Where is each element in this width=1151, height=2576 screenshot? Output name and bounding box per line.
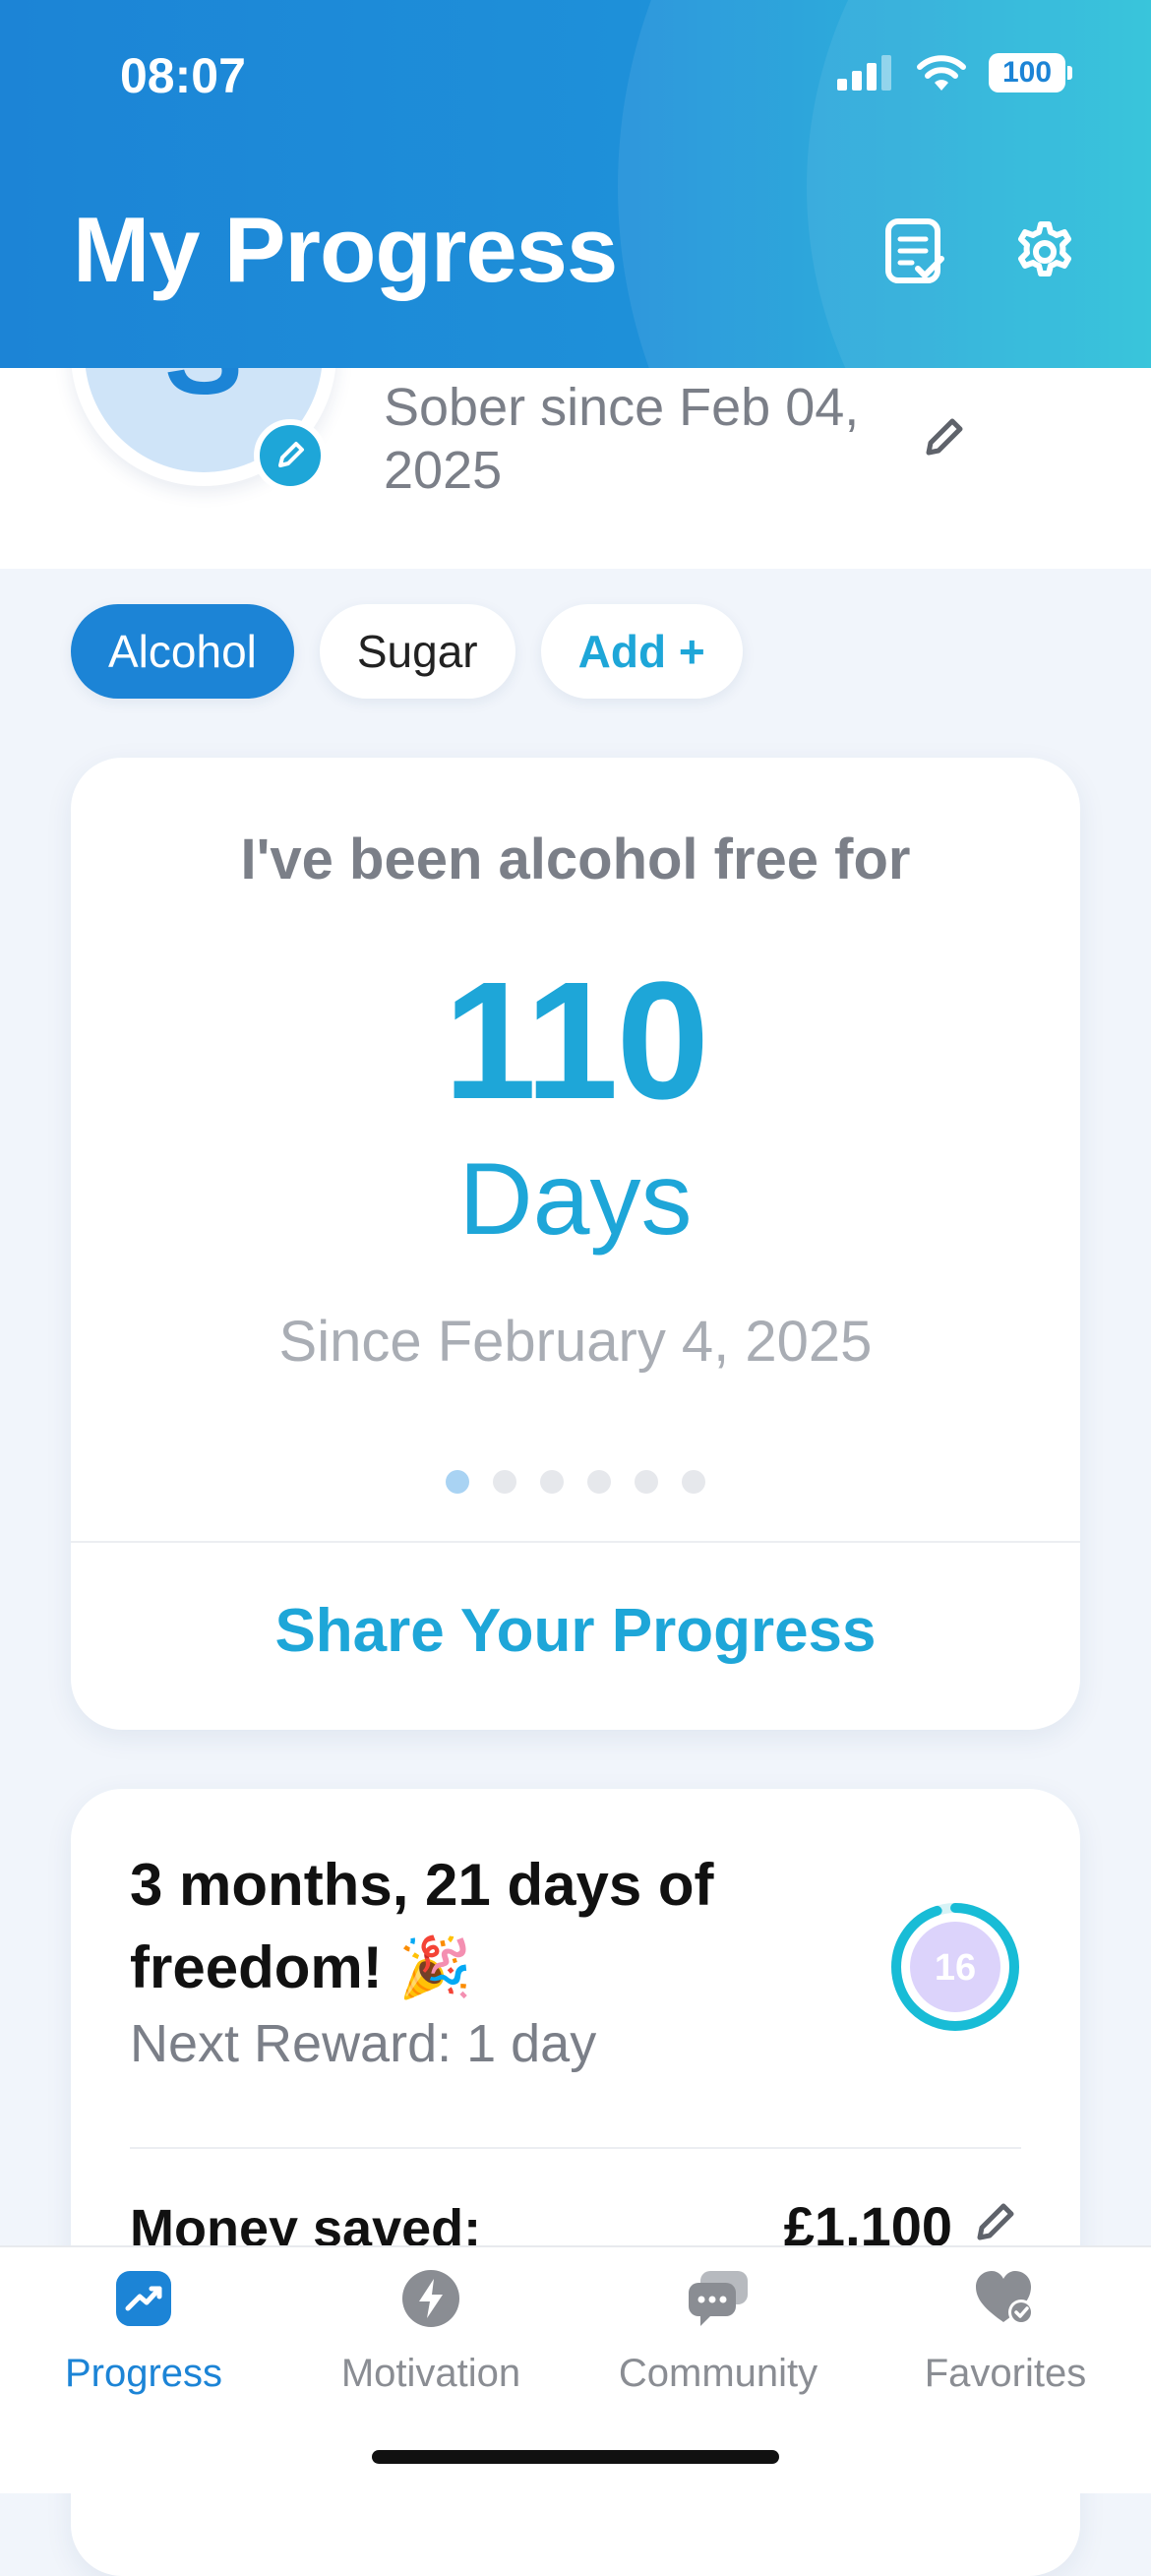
chip-sugar[interactable]: Sugar (319, 604, 515, 699)
settings-button[interactable] (1009, 216, 1080, 287)
add-habit-button[interactable]: Add + (540, 604, 743, 699)
page-dot[interactable] (493, 1470, 516, 1494)
page-title: My Progress (73, 198, 618, 301)
nav-favorites[interactable]: Favorites (862, 2267, 1149, 2424)
page-dot[interactable] (540, 1470, 564, 1494)
page-dot[interactable] (635, 1470, 658, 1494)
progress-ring-icon: 16 (891, 1903, 1019, 2031)
next-reward-text: Next Reward: 1 day (130, 2014, 597, 2073)
edit-sober-date-button[interactable] (915, 407, 974, 466)
page-indicator[interactable] (71, 1470, 1080, 1494)
trend-chart-icon (112, 2267, 175, 2330)
habit-chips: Alcohol Sugar Add + (71, 604, 743, 699)
progress-since-date: Since February 4, 2025 (278, 1310, 873, 1374)
page-dot[interactable] (446, 1470, 469, 1494)
page-dot[interactable] (682, 1470, 705, 1494)
lightning-icon (399, 2267, 462, 2330)
page-dot[interactable] (587, 1470, 611, 1494)
battery-icon: 100 (989, 53, 1072, 92)
nav-motivation[interactable]: Motivation (287, 2267, 575, 2424)
divider (130, 2147, 1021, 2149)
signal-icon (837, 55, 891, 91)
heart-check-icon (974, 2267, 1037, 2330)
edit-money-button[interactable] (968, 2194, 1023, 2249)
checklist-icon (885, 218, 944, 283)
status-time: 08:07 (120, 48, 246, 103)
share-progress-button[interactable]: Share Your Progress (71, 1596, 1080, 1666)
nav-label: Favorites (924, 2352, 1087, 2395)
nav-label: Motivation (340, 2352, 521, 2395)
pencil-icon (278, 442, 304, 467)
progress-lead: I've been alcohol free for (240, 828, 911, 891)
progress-card[interactable]: I've been alcohol free for 110 Days Sinc… (71, 758, 1080, 1730)
checklist-button[interactable] (879, 216, 950, 287)
badge-number: 16 (935, 1947, 976, 1989)
divider (71, 1541, 1080, 1543)
profile-section: S Sober since Feb 04, 2025 (0, 368, 1151, 569)
sober-since-text: Sober since Feb 04, 2025 (384, 378, 860, 500)
edit-avatar-button[interactable] (254, 419, 327, 492)
app-header: 08:07 100 My Progress (0, 0, 1151, 368)
battery-level: 100 (1001, 56, 1053, 89)
nav-community[interactable]: Community (575, 2267, 862, 2424)
nav-label: Community (618, 2352, 818, 2395)
chat-bubbles-icon (687, 2267, 750, 2330)
home-indicator (372, 2450, 779, 2464)
status-icons: 100 (837, 53, 1072, 92)
progress-unit: Days (458, 1142, 693, 1257)
reward-badge[interactable]: 16 (887, 1899, 1023, 2035)
progress-day-count: 110 (443, 948, 709, 1135)
nav-progress[interactable]: Progress (0, 2267, 287, 2424)
gear-icon (1018, 221, 1071, 276)
nav-label: Progress (64, 2352, 223, 2395)
pencil-icon (977, 2203, 1014, 2240)
chip-alcohol[interactable]: Alcohol (71, 604, 294, 699)
wifi-icon (917, 55, 966, 91)
milestone-title: 3 months, 21 days of freedom! 🎉 (130, 1852, 714, 2000)
pencil-icon (926, 418, 963, 456)
